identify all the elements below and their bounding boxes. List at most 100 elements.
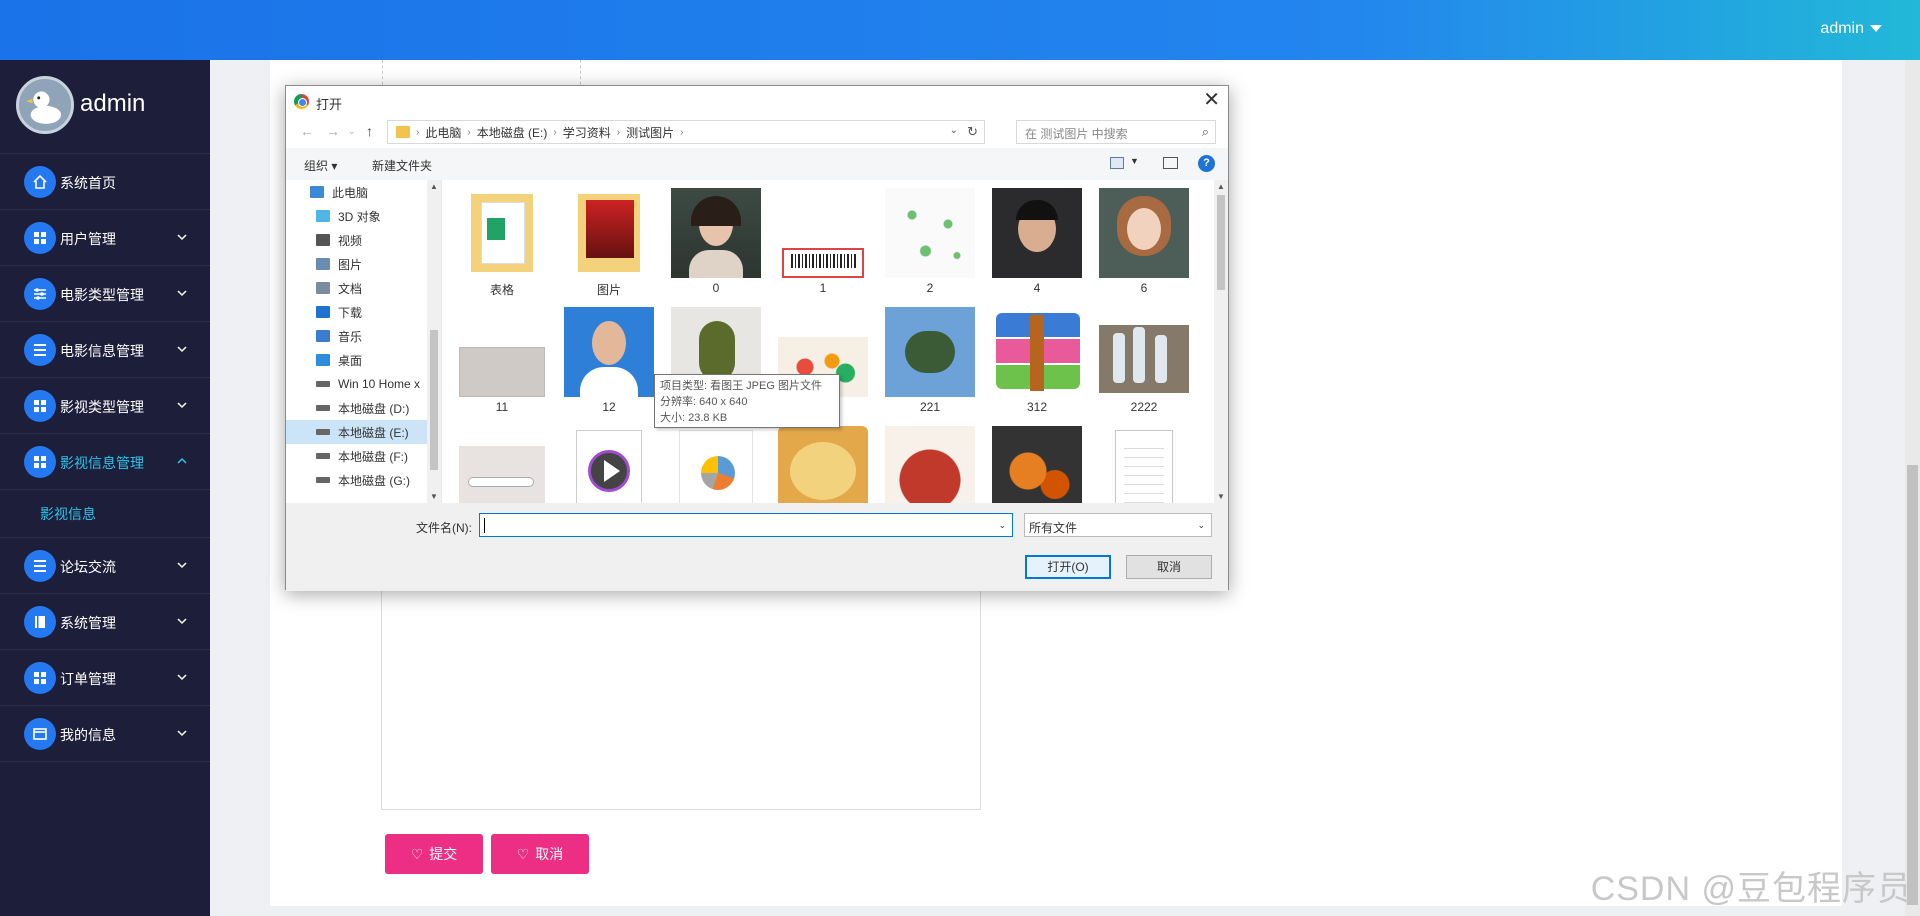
breadcrumb-item[interactable]: 学习资料	[563, 124, 611, 141]
sidebar-item-label: 用户管理	[60, 231, 116, 247]
nav-tree-item[interactable]: 桌面	[286, 348, 441, 372]
file-item[interactable]	[989, 426, 1085, 503]
dialog-cancel-button[interactable]: 取消	[1126, 555, 1212, 579]
sidebar-item[interactable]: 用户管理	[0, 210, 210, 266]
sidebar-item[interactable]: 我的信息	[0, 706, 210, 762]
chevron-right-icon: ›	[467, 126, 471, 138]
scroll-down-icon[interactable]: ▼	[1217, 492, 1225, 501]
file-thumbnail	[885, 307, 975, 397]
chevron-down-icon[interactable]: ⌄	[998, 520, 1006, 531]
file-item[interactable]: 11	[454, 307, 550, 414]
file-item[interactable]: 1	[775, 188, 871, 295]
file-item[interactable]: 312	[989, 307, 1085, 414]
breadcrumb-item[interactable]: 此电脑	[425, 124, 461, 141]
breadcrumb-item[interactable]: 测试图片	[626, 124, 674, 141]
scroll-up-icon[interactable]: ▲	[430, 182, 438, 191]
breadcrumb-item[interactable]: 本地磁盘 (E:)	[477, 124, 548, 141]
nav-tree-item[interactable]: 图片	[286, 252, 441, 276]
submit-button[interactable]: ♡ 提交	[385, 834, 483, 874]
sidebar-item[interactable]: 系统管理	[0, 594, 210, 650]
sidebar-item[interactable]: 影视信息管理	[0, 434, 210, 490]
path-breadcrumb[interactable]: › 此电脑 › 本地磁盘 (E:) › 学习资料 › 测试图片 › ⌄ ↻	[387, 120, 985, 144]
file-item[interactable]: 221	[882, 307, 978, 414]
file-item[interactable]: 图片	[561, 188, 657, 298]
file-thumbnail	[992, 426, 1082, 503]
nav-tree-item[interactable]: 本地磁盘 (D:)	[286, 396, 441, 420]
refresh-icon[interactable]: ↻	[967, 124, 978, 140]
sidebar-item[interactable]: 影视类型管理	[0, 378, 210, 434]
files-scrollbar[interactable]: ▲ ▼	[1214, 180, 1228, 503]
sidebar-item[interactable]: 订单管理	[0, 650, 210, 706]
file-item[interactable]: 0	[668, 188, 764, 295]
file-item[interactable]	[775, 426, 871, 503]
filename-input[interactable]: ⌄	[479, 513, 1013, 537]
tooltip-resolution: 分辨率: 640 x 640	[660, 396, 748, 408]
file-thumbnail	[992, 307, 1082, 397]
file-item[interactable]: 12	[561, 307, 657, 414]
nav-tree-item[interactable]: 3D 对象	[286, 204, 441, 228]
chevron-down-icon	[176, 342, 188, 354]
user-menu[interactable]: admin	[1820, 20, 1882, 38]
scrollbar-thumb[interactable]	[430, 330, 438, 470]
preview-pane-icon[interactable]	[1163, 157, 1178, 169]
new-folder-button[interactable]: 新建文件夹	[372, 157, 432, 174]
up-icon[interactable]: ↑	[366, 123, 373, 139]
file-item[interactable]	[1096, 426, 1192, 503]
forward-icon[interactable]: →	[326, 123, 340, 139]
close-icon[interactable]: ✕	[1203, 90, 1220, 110]
file-item[interactable]	[668, 426, 764, 503]
nav-tree-item[interactable]: Win 10 Home x	[286, 372, 441, 396]
nav-tree-item[interactable]: 下载	[286, 300, 441, 324]
file-item[interactable]: 2	[882, 188, 978, 295]
file-item[interactable]	[454, 426, 550, 503]
nav-tree-item[interactable]: 文档	[286, 276, 441, 300]
file-item[interactable]: 4	[989, 188, 1085, 295]
file-item[interactable]: 2222	[1096, 307, 1192, 414]
nav-tree-item[interactable]: 本地磁盘 (F:)	[286, 444, 441, 468]
scroll-down-icon[interactable]: ▼	[430, 492, 438, 501]
sidebar-item-label: 我的信息	[60, 727, 116, 743]
file-item[interactable]: 表格	[454, 188, 550, 298]
file-thumbnail	[457, 307, 547, 397]
scrollbar-thumb[interactable]	[1217, 195, 1225, 290]
drive-icon	[316, 381, 330, 387]
page-scrollbar[interactable]	[1905, 60, 1920, 916]
submenu-item-movie-info[interactable]: 影视信息	[0, 490, 210, 538]
nav-tree-item[interactable]: 此电脑	[286, 180, 441, 204]
back-icon[interactable]: ←	[300, 123, 314, 139]
dialog-titlebar[interactable]: 打开 ✕	[286, 86, 1228, 116]
view-icon[interactable]	[1110, 157, 1124, 169]
recent-dropdown-icon[interactable]: ⌄	[348, 126, 356, 137]
file-item[interactable]: 6	[1096, 188, 1192, 295]
open-button[interactable]: 打开(O)	[1025, 555, 1111, 579]
chevron-down-icon	[176, 726, 188, 738]
list-icon	[24, 550, 56, 582]
file-item[interactable]	[882, 426, 978, 503]
sidebar-item[interactable]: 系统首页	[0, 154, 210, 210]
nav-tree-label: 本地磁盘 (D:)	[338, 401, 410, 416]
description-textarea[interactable]	[381, 585, 981, 810]
nav-scrollbar[interactable]: ▲ ▼	[427, 180, 441, 503]
top-bar: admin	[0, 0, 1920, 60]
nav-tree-item[interactable]: 视频	[286, 228, 441, 252]
file-grid: 表格 图片 0 1 2 4 6 11 12 221 312 2222	[442, 180, 1230, 503]
search-input[interactable]: 在 测试图片 中搜索 ⌕	[1016, 120, 1216, 144]
file-item[interactable]	[561, 426, 657, 503]
scroll-up-icon[interactable]: ▲	[1217, 182, 1225, 191]
help-icon[interactable]: ?	[1198, 155, 1215, 172]
scrollbar-thumb[interactable]	[1907, 465, 1918, 905]
organize-button[interactable]: 组织 ▾	[304, 157, 337, 174]
sidebar-item[interactable]: 论坛交流	[0, 538, 210, 594]
sidebar-item[interactable]: 电影类型管理	[0, 266, 210, 322]
nav-tree-item[interactable]: 本地磁盘 (G:)	[286, 468, 441, 492]
view-dropdown-icon[interactable]: ▼	[1130, 156, 1139, 166]
sidebar-item[interactable]: 电影信息管理	[0, 322, 210, 378]
nav-tree-item[interactable]: 音乐	[286, 324, 441, 348]
chevron-down-icon[interactable]: ⌄	[950, 125, 958, 136]
filetype-select[interactable]: 所有文件 ⌄	[1024, 513, 1212, 537]
file-tooltip: 项目类型: 看图王 JPEG 图片文件 分辨率: 640 x 640 大小: 2…	[654, 374, 840, 428]
dialog-footer: 文件名(N): ⌄ 所有文件 ⌄ 打开(O) 取消	[286, 503, 1228, 591]
nav-tree-item[interactable]: 本地磁盘 (E:)	[286, 420, 441, 444]
cancel-button[interactable]: ♡ 取消	[491, 834, 589, 874]
sidebar-item-label: 系统管理	[60, 615, 116, 631]
